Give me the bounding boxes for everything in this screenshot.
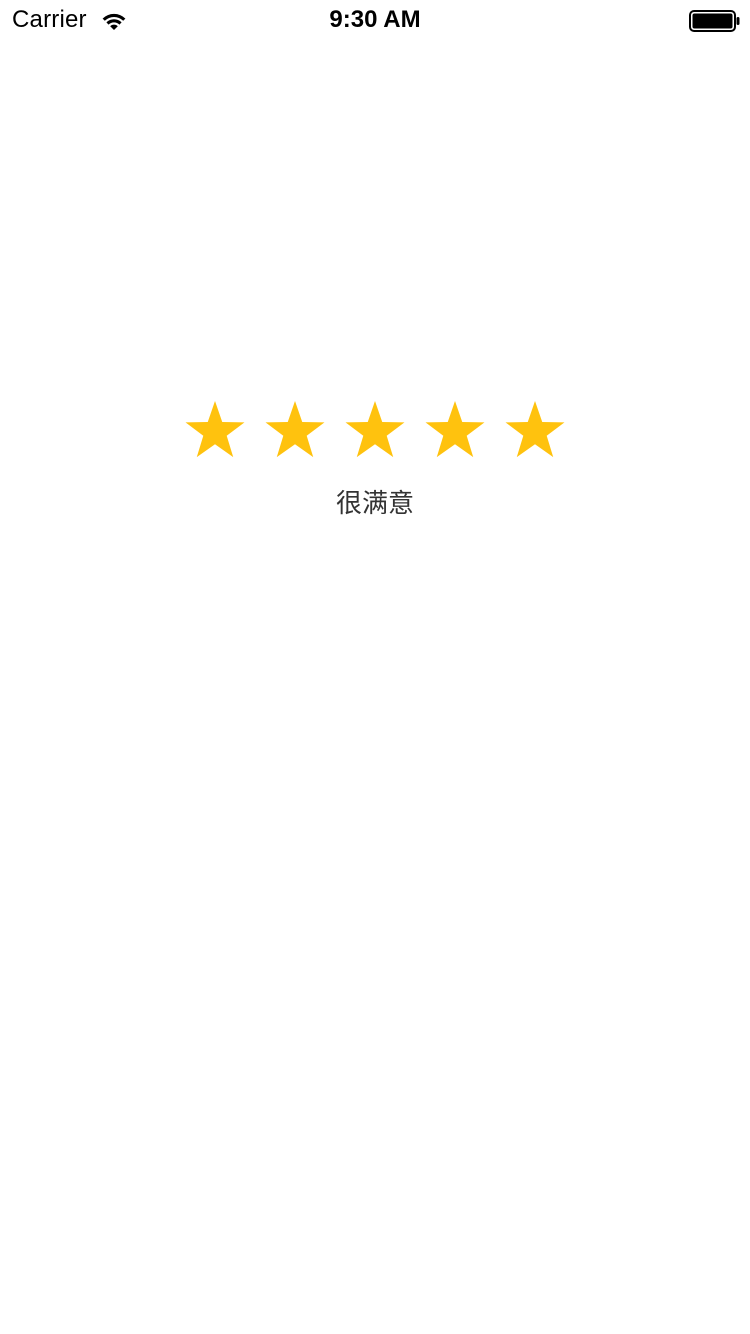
- status-bar: Carrier 9:30 AM: [0, 0, 750, 40]
- star-icon[interactable]: [264, 399, 326, 461]
- rating-widget: 很满意: [0, 398, 750, 538]
- star-icon[interactable]: [184, 399, 246, 461]
- star-icon[interactable]: [504, 399, 566, 461]
- rating-label: 很满意: [335, 489, 414, 519]
- battery-full-icon: [689, 10, 741, 32]
- status-time: 9:30 AM: [329, 6, 421, 33]
- star-icon[interactable]: [424, 399, 486, 461]
- star-rating: [184, 398, 566, 462]
- star-icon[interactable]: [344, 399, 406, 461]
